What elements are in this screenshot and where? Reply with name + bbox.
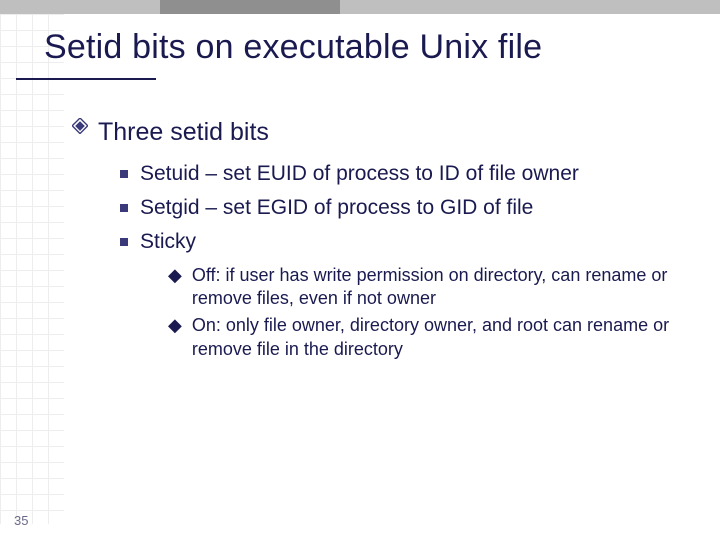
square-bullet-icon xyxy=(120,170,128,178)
bullet-level2: Setgid – set EGID of process to GID of f… xyxy=(120,195,696,221)
bullet-level2: Sticky xyxy=(120,229,696,255)
diamond-bullet-icon xyxy=(72,118,88,134)
level1-text: Three setid bits xyxy=(98,118,269,147)
bullet-level3: ◆ Off: if user has write permission on d… xyxy=(168,264,696,311)
bullet-level3: ◆ On: only file owner, directory owner, … xyxy=(168,314,696,361)
square-bullet-icon xyxy=(120,204,128,212)
top-bar xyxy=(0,0,720,14)
title-underline xyxy=(16,78,156,80)
level3-text: On: only file owner, directory owner, an… xyxy=(192,314,696,361)
diamond-small-bullet-icon: ◆ xyxy=(168,315,182,337)
square-bullet-icon xyxy=(120,238,128,246)
top-bar-accent xyxy=(160,0,340,14)
left-grid-decoration xyxy=(0,14,64,524)
level2-text: Setuid – set EUID of process to ID of fi… xyxy=(140,161,579,187)
diamond-small-bullet-icon: ◆ xyxy=(168,265,182,287)
page-number: 35 xyxy=(14,513,28,528)
slide-body: Three setid bits Setuid – set EUID of pr… xyxy=(72,118,696,365)
level2-text: Setgid – set EGID of process to GID of f… xyxy=(140,195,533,221)
level2-text: Sticky xyxy=(140,229,196,255)
bullet-level1: Three setid bits xyxy=(72,118,696,147)
level3-text: Off: if user has write permission on dir… xyxy=(192,264,696,311)
slide-title: Setid bits on executable Unix file xyxy=(44,28,542,67)
bullet-level2: Setuid – set EUID of process to ID of fi… xyxy=(120,161,696,187)
